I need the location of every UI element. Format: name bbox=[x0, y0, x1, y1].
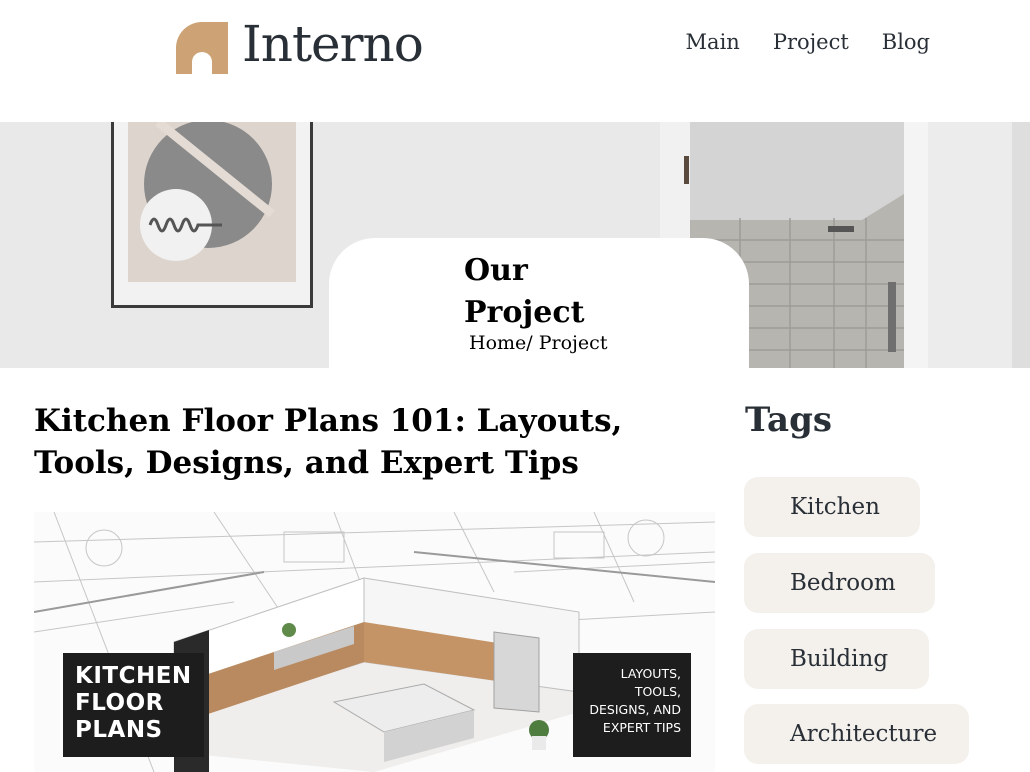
article-title[interactable]: Kitchen Floor Plans 101: Layouts, Tools,… bbox=[34, 400, 724, 484]
logo[interactable]: Interno bbox=[176, 14, 424, 74]
page-title: Our Project bbox=[464, 250, 624, 334]
image-label-right-line: TOOLS, bbox=[634, 684, 681, 699]
tag-bedroom[interactable]: Bedroom bbox=[744, 553, 935, 613]
site-header: Interno Main Project Blog bbox=[0, 0, 1030, 122]
hero-banner: Our Project Home/ Project bbox=[0, 122, 1030, 368]
article-featured-image[interactable]: KITCHEN FLOOR PLANS LAYOUTS, TOOLS, DESI… bbox=[34, 512, 715, 772]
page-title-line1: Our bbox=[464, 253, 528, 288]
image-label-right-line: LAYOUTS, bbox=[620, 666, 681, 681]
image-label-left-line: FLOOR bbox=[75, 690, 164, 716]
image-label-kitchen-floor-plans: KITCHEN FLOOR PLANS bbox=[63, 653, 204, 757]
tag-kitchen[interactable]: Kitchen bbox=[744, 477, 920, 537]
page-title-line2: Project bbox=[464, 295, 585, 330]
image-label-right-line: EXPERT TIPS bbox=[602, 720, 681, 735]
breadcrumb-separator: / bbox=[526, 332, 539, 354]
main-nav: Main Project Blog bbox=[686, 30, 930, 54]
image-label-subtitle: LAYOUTS, TOOLS, DESIGNS, AND EXPERT TIPS bbox=[573, 653, 691, 757]
nav-link-main[interactable]: Main bbox=[686, 30, 740, 54]
image-label-left-line: KITCHEN bbox=[75, 663, 192, 689]
logo-arch-icon bbox=[176, 18, 228, 74]
breadcrumb: Home/ Project bbox=[469, 332, 607, 354]
nav-link-project[interactable]: Project bbox=[773, 30, 849, 54]
image-label-right-line: DESIGNS, AND bbox=[589, 702, 681, 717]
logo-text: Interno bbox=[242, 15, 424, 73]
tag-architecture[interactable]: Architecture bbox=[744, 704, 969, 764]
tag-building[interactable]: Building bbox=[744, 629, 929, 689]
image-label-left-line: PLANS bbox=[75, 717, 163, 743]
nav-link-blog[interactable]: Blog bbox=[882, 30, 930, 54]
tags-heading: Tags bbox=[745, 400, 832, 440]
breadcrumb-home-link[interactable]: Home bbox=[469, 332, 526, 354]
hero-title-card: Our Project Home/ Project bbox=[329, 238, 749, 368]
breadcrumb-current: Project bbox=[538, 332, 608, 354]
